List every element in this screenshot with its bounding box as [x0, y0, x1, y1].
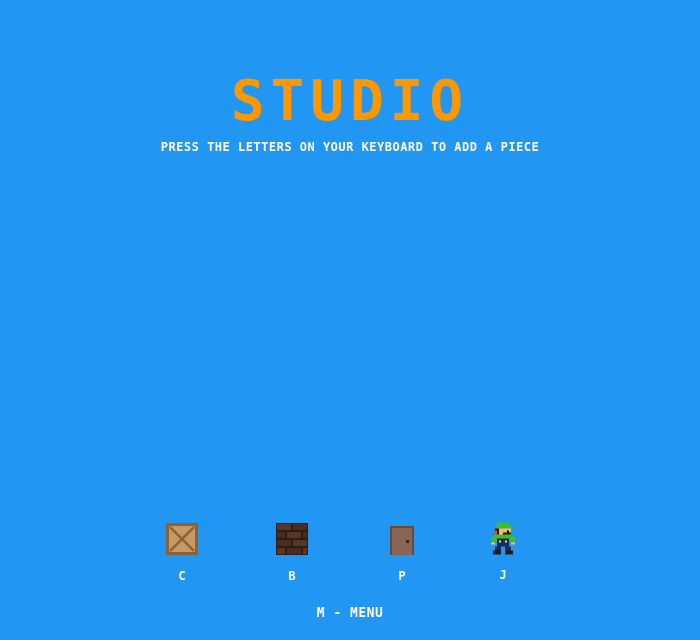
piece-key-label: P: [398, 569, 406, 583]
piece-key-label: B: [288, 569, 296, 583]
piece-key-label: J: [499, 568, 507, 582]
instructions-text: PRESS THE LETTERS ON YOUR KEYBOARD TO AD…: [160, 140, 540, 154]
page-title: STUDIO: [230, 69, 470, 134]
game-screen[interactable]: STUDIO PRESS THE LETTERS ON YOUR KEYBOAR…: [0, 0, 700, 640]
brick-block-icon: [276, 523, 308, 555]
crate-icon: [166, 523, 198, 555]
player-character-icon: [491, 522, 515, 555]
piece-brick[interactable]: B: [262, 523, 322, 593]
piece-crate[interactable]: C: [152, 523, 212, 593]
door-icon: [390, 526, 414, 555]
menu-hint: M - MENU: [316, 606, 384, 621]
piece-key-label: C: [178, 569, 186, 583]
piece-door[interactable]: P: [372, 523, 432, 593]
piece-player[interactable]: J: [473, 522, 533, 592]
